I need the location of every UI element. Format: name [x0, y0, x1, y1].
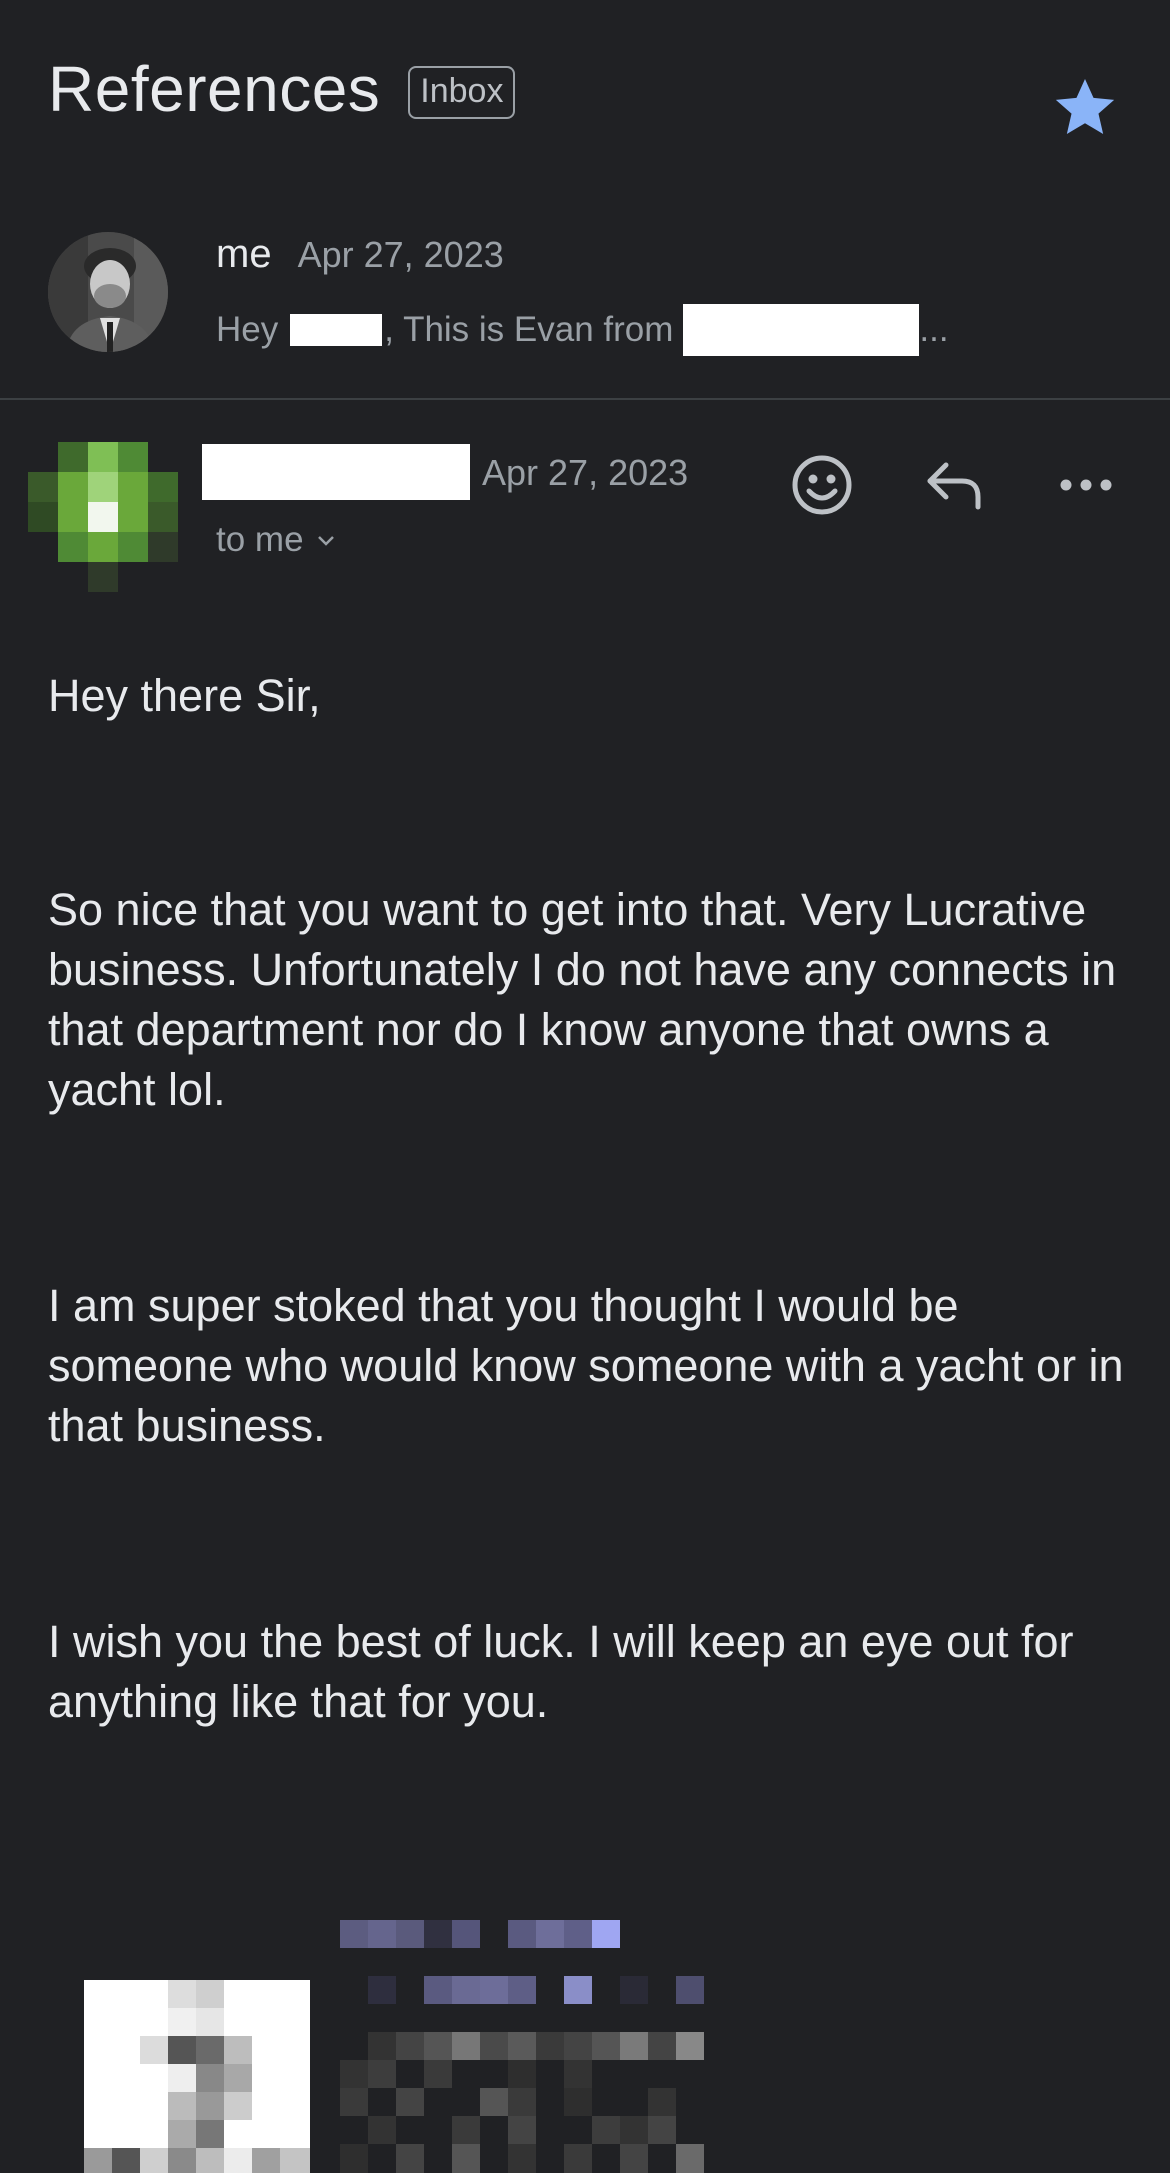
message-date: Apr 27, 2023 — [297, 234, 504, 275]
message-snippet[interactable]: Hey , This is Evan from ... — [216, 304, 949, 356]
snippet-mid: , This is Evan from — [384, 310, 674, 349]
more-options-icon — [1060, 479, 1112, 491]
message-divider — [0, 398, 1170, 400]
email-thread-view: References Inbox me Apr 27, 2023 Hey , T… — [0, 0, 1170, 2173]
expanded-message-date: Apr 27, 2023 — [482, 452, 689, 493]
redacted-sender-name — [202, 444, 470, 500]
pixelated-signature — [84, 1920, 704, 2173]
sender-name: me — [216, 232, 272, 276]
sender-avatar-pixelated[interactable] — [28, 442, 178, 592]
message-body-paragraph: I am super stoked that you thought I wou… — [48, 1280, 1124, 1451]
collapsed-message-header[interactable]: me Apr 27, 2023 — [216, 232, 504, 277]
star-icon[interactable] — [1052, 74, 1118, 140]
message-body-paragraph: I wish you the best of luck. I will keep… — [48, 1616, 1074, 1727]
emoji-reaction-icon — [792, 455, 852, 515]
emoji-reaction-button[interactable] — [787, 450, 857, 520]
redacted-name — [290, 314, 383, 346]
thread-subject: References — [48, 53, 381, 125]
recipient-details-toggle[interactable]: to me — [216, 520, 336, 560]
message-body-paragraph: So nice that you want to get into that. … — [48, 884, 1117, 1115]
reply-icon — [927, 462, 981, 510]
snippet-suffix: ... — [919, 310, 949, 349]
profile-photo-icon — [48, 232, 168, 352]
snippet-prefix: Hey — [216, 310, 279, 349]
inbox-label-chip[interactable]: Inbox — [408, 65, 516, 119]
recipient-line: to me — [216, 520, 304, 559]
redacted-company — [683, 304, 920, 356]
reply-button[interactable] — [919, 450, 989, 520]
message-body-paragraph: Hey there Sir, — [48, 670, 321, 721]
more-options-button[interactable] — [1051, 450, 1121, 520]
chevron-down-icon — [317, 536, 334, 546]
thread-header: References Inbox — [48, 52, 516, 126]
sender-avatar-me[interactable] — [48, 232, 168, 352]
